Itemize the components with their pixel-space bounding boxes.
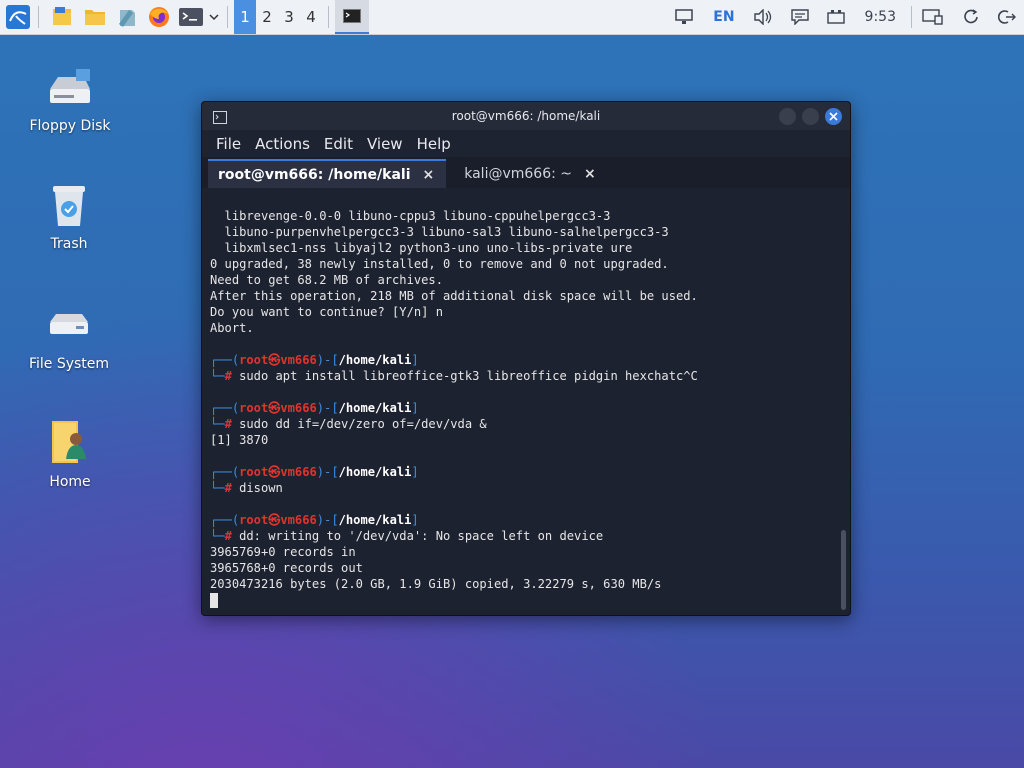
- terminal-line: libuno-purpenvhelpergcc3-3 libuno-sal3 l…: [210, 225, 669, 239]
- menu-edit[interactable]: Edit: [324, 135, 353, 153]
- keyboard-layout-indicator[interactable]: EN: [713, 9, 734, 25]
- floppy-disk-icon: [10, 62, 130, 112]
- minimize-button[interactable]: [779, 108, 796, 125]
- chevron-down-icon[interactable]: [207, 3, 221, 31]
- terminal-line: libxmlsec1-nss libyajl2 python3-uno uno-…: [210, 241, 633, 255]
- command-text: sudo dd if=/dev/zero of=/dev/vda &: [239, 417, 487, 431]
- close-icon: [829, 112, 838, 121]
- command-text: dd: writing to '/dev/vda': No space left…: [239, 529, 604, 543]
- folder-icon[interactable]: [81, 3, 109, 31]
- desktop-icon-label: File System: [28, 356, 110, 372]
- terminal-line: Abort.: [210, 321, 254, 335]
- taskbar-separator: [227, 6, 228, 28]
- workspace-3[interactable]: 3: [278, 0, 300, 34]
- close-button[interactable]: [825, 108, 842, 125]
- clock[interactable]: 9:53: [865, 9, 896, 25]
- taskbar: 1 2 3 4 EN 9:53: [0, 0, 1024, 35]
- terminal-cursor: [210, 593, 218, 608]
- maximize-button[interactable]: [802, 108, 819, 125]
- terminal-line: Need to get 68.2 MB of archives.: [210, 273, 443, 287]
- command-text: sudo apt install libreoffice-gtk3 libreo…: [239, 369, 698, 383]
- desktop-icon-label: Floppy Disk: [29, 118, 111, 134]
- terminal-launcher-icon[interactable]: [177, 3, 205, 31]
- firefox-icon[interactable]: [145, 3, 173, 31]
- terminal-line: 3965769+0 records in: [210, 545, 356, 559]
- desktop-icon-home[interactable]: Home: [10, 418, 130, 490]
- kali-menu-icon[interactable]: [4, 3, 32, 31]
- taskbar-separator: [38, 6, 39, 28]
- terminal-line: 2030473216 bytes (2.0 GB, 1.9 GiB) copie…: [210, 577, 662, 591]
- text-editor-icon[interactable]: [113, 3, 141, 31]
- menu-file[interactable]: File: [216, 135, 241, 153]
- command-line: └─# disown: [210, 481, 283, 495]
- home-folder-icon: [10, 418, 130, 468]
- logout-icon[interactable]: [998, 9, 1016, 25]
- desktop-icon-file-system[interactable]: File System: [9, 300, 129, 372]
- workspace-2[interactable]: 2: [256, 0, 278, 34]
- prompt-line: ┌──(root㉿vm666)-[/home/kali]: [210, 401, 419, 415]
- lock-screen-icon[interactable]: [962, 9, 980, 25]
- command-line: └─# dd: writing to '/dev/vda': No space …: [210, 529, 604, 543]
- display-icon[interactable]: [922, 9, 944, 25]
- desktop-icon-trash[interactable]: Trash: [9, 180, 129, 252]
- power-manager-icon[interactable]: [826, 10, 847, 24]
- prompt-line: ┌──(root㉿vm666)-[/home/kali]: [210, 353, 419, 367]
- trash-icon: [9, 180, 129, 230]
- terminal-line: Do you want to continue? [Y/n] n: [210, 305, 443, 319]
- desktop-icon-label: Home: [49, 474, 91, 490]
- tab-bar: root@vm666: /home/kali × kali@vm666: ~ ×: [202, 157, 850, 188]
- prompt-line: ┌──(root㉿vm666)-[/home/kali]: [210, 465, 419, 479]
- desktop-icon-label: Trash: [50, 236, 88, 252]
- terminal-output[interactable]: librevenge-0.0-0 libuno-cppu3 libuno-cpp…: [210, 192, 836, 615]
- terminal-window-task-icon[interactable]: [335, 0, 369, 34]
- terminal-scrollbar[interactable]: [841, 530, 846, 610]
- terminal-line: [1] 3870: [210, 433, 269, 447]
- command-text: disown: [239, 481, 283, 495]
- terminal-cursor-line: [210, 592, 836, 608]
- taskbar-separator: [328, 6, 329, 28]
- notifications-icon[interactable]: [790, 9, 809, 25]
- menu-help[interactable]: Help: [417, 135, 451, 153]
- terminal-line: librevenge-0.0-0 libuno-cppu3 libuno-cpp…: [210, 209, 611, 223]
- tray-separator: [911, 6, 912, 28]
- tab-root-home-kali[interactable]: root@vm666: /home/kali ×: [208, 159, 447, 188]
- desktop-icon-floppy-disk[interactable]: Floppy Disk: [10, 62, 130, 134]
- volume-icon[interactable]: [753, 9, 773, 25]
- workspace-4[interactable]: 4: [300, 0, 322, 34]
- menu-view[interactable]: View: [367, 135, 403, 153]
- command-line: └─# sudo dd if=/dev/zero of=/dev/vda &: [210, 417, 487, 431]
- file-manager-icon[interactable]: [49, 3, 77, 31]
- terminal-line: After this operation, 218 MB of addition…: [210, 289, 698, 303]
- terminal-line: 0 upgraded, 38 newly installed, 0 to rem…: [210, 257, 669, 271]
- tab-label: kali@vm666: ~: [464, 165, 572, 182]
- command-line: └─# sudo apt install libreoffice-gtk3 li…: [210, 369, 698, 383]
- system-tray: EN 9:53: [666, 0, 1024, 34]
- terminal-line: 3965768+0 records out: [210, 561, 363, 575]
- tab-label: root@vm666: /home/kali: [218, 166, 411, 183]
- network-icon[interactable]: [675, 9, 695, 25]
- terminal-window: root@vm666: /home/kali File Actions Edit…: [201, 101, 851, 616]
- tab-close-icon[interactable]: ×: [584, 166, 596, 182]
- prompt-line: ┌──(root㉿vm666)-[/home/kali]: [210, 513, 419, 527]
- hard-drive-icon: [9, 300, 129, 350]
- menu-bar: File Actions Edit View Help: [202, 130, 850, 157]
- menu-actions[interactable]: Actions: [255, 135, 310, 153]
- tab-close-icon[interactable]: ×: [423, 167, 435, 183]
- workspace-1[interactable]: 1: [234, 0, 256, 34]
- window-title: root@vm666: /home/kali: [451, 109, 601, 123]
- window-titlebar[interactable]: root@vm666: /home/kali: [202, 102, 850, 130]
- tab-kali-home[interactable]: kali@vm666: ~ ×: [454, 159, 608, 188]
